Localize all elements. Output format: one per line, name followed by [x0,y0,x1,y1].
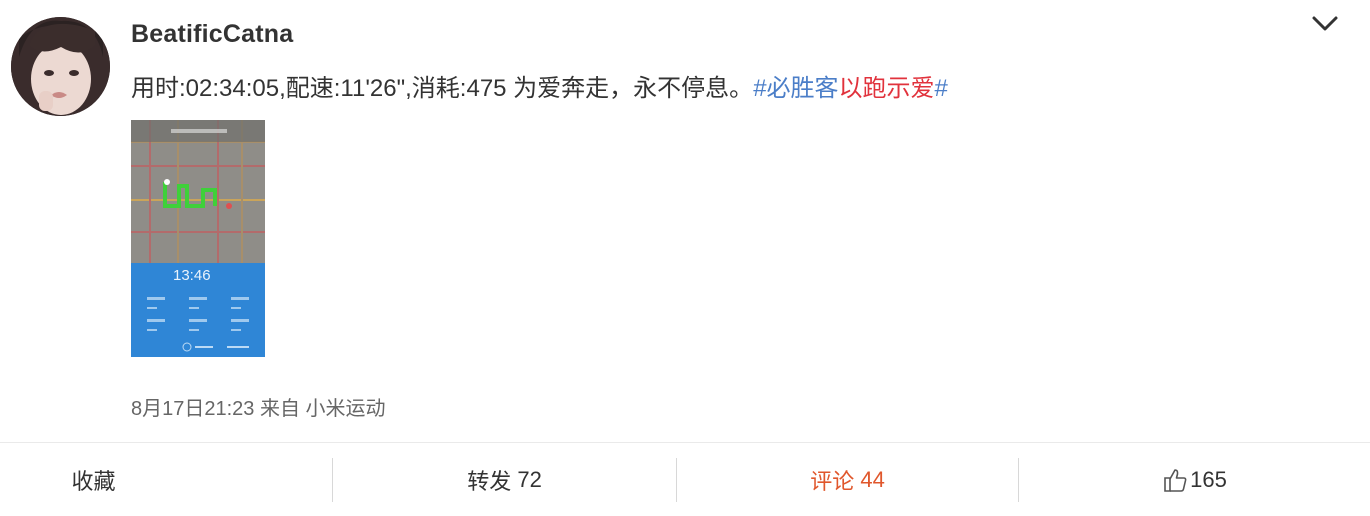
post-image-thumbnail[interactable]: 13:46 [131,120,265,357]
repost-count: 72 [517,466,542,492]
thumbnail-stats-panel: 13:46 [131,263,265,357]
repost-label: 转发 [467,468,512,494]
like-button[interactable]: 165 [1019,443,1370,516]
comment-button[interactable]: 评论 44 [677,443,1018,516]
thumbnail-stats-grid [147,297,249,352]
post-text: 用时:02:34:05,配速:11'26",消耗:475 为爱奔走，永不停息。#… [131,68,948,103]
topic-hash-open[interactable]: # [753,75,766,102]
topic-link-red[interactable]: 以跑示爱 [839,75,935,102]
topic-hash-close[interactable]: # [935,75,948,102]
source-app-link[interactable]: 小米运动 [306,398,386,420]
avatar[interactable] [11,17,110,116]
comment-label: 评论 [810,468,855,494]
repost-button[interactable]: 转发 72 [333,443,676,516]
favorite-label: 收藏 [71,468,116,494]
post-timestamp[interactable]: 8月17日21:23 [131,398,254,420]
route-overlay [131,120,265,209]
action-bar: 收藏 转发 72 评论 44 165 [0,443,1370,516]
like-count: 165 [1190,466,1227,492]
username[interactable]: BeatificCatna [131,20,293,49]
avatar-portrait [11,17,110,116]
topic-link-blue[interactable]: 必胜客 [767,75,839,102]
source-prefix: 来自 [259,398,300,420]
favorite-button[interactable]: 收藏 [0,443,332,516]
post-body: 用时:02:34:05,配速:11'26",消耗:475 为爱奔走，永不停息。 [131,75,754,102]
thumbs-up-icon [1164,468,1187,492]
comment-count: 44 [860,466,885,492]
chevron-down-icon[interactable] [1310,12,1340,34]
post-meta: 8月17日21:23 来自 小米运动 [131,392,386,421]
thumbnail-map [131,120,265,263]
